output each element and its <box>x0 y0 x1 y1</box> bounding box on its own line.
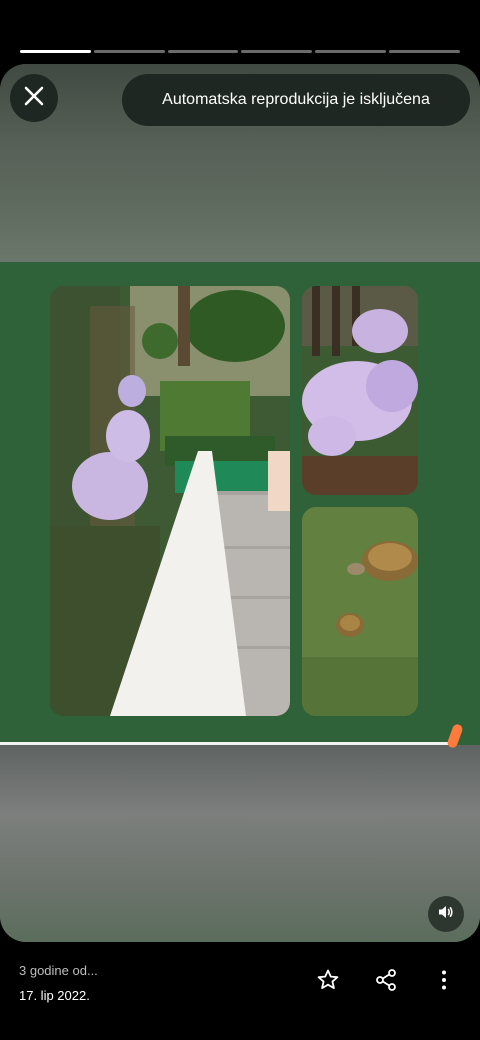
progress-segment <box>93 50 165 53</box>
tortoises-photo[interactable] <box>302 507 418 716</box>
story-viewer[interactable]: Automatska reprodukcija je isključena <box>0 64 480 942</box>
garden-stairs-photo[interactable] <box>50 286 290 716</box>
close-icon <box>23 85 45 112</box>
more-vertical-icon <box>432 968 456 997</box>
progress-segment <box>241 50 313 53</box>
share-icon <box>374 968 398 997</box>
autoplay-status-text: Automatska reprodukcija je isključena <box>162 91 430 108</box>
autoplay-status-chip[interactable]: Automatska reprodukcija je isključena <box>122 74 470 126</box>
star-icon <box>316 968 340 997</box>
hydrangeas-photo[interactable] <box>302 286 418 495</box>
volume-button[interactable] <box>428 896 464 932</box>
progress-segment <box>389 50 460 53</box>
blurred-background-bottom <box>0 745 480 942</box>
progress-segment <box>315 50 387 53</box>
footer-actions <box>310 966 480 998</box>
more-options-button[interactable] <box>426 966 462 998</box>
close-button[interactable] <box>10 74 58 122</box>
progress-segment <box>167 50 239 53</box>
story-progress <box>20 50 460 54</box>
video-scrubber[interactable] <box>0 742 456 745</box>
memory-date-info: 3 godine od... 17. lip 2022. <box>19 963 98 1003</box>
memory-date: 17. lip 2022. <box>19 988 90 1003</box>
share-button[interactable] <box>368 966 404 998</box>
favorite-button[interactable] <box>310 966 346 998</box>
progress-segment <box>20 50 91 53</box>
relative-time: 3 godine od... <box>19 963 98 978</box>
volume-icon <box>437 903 455 926</box>
